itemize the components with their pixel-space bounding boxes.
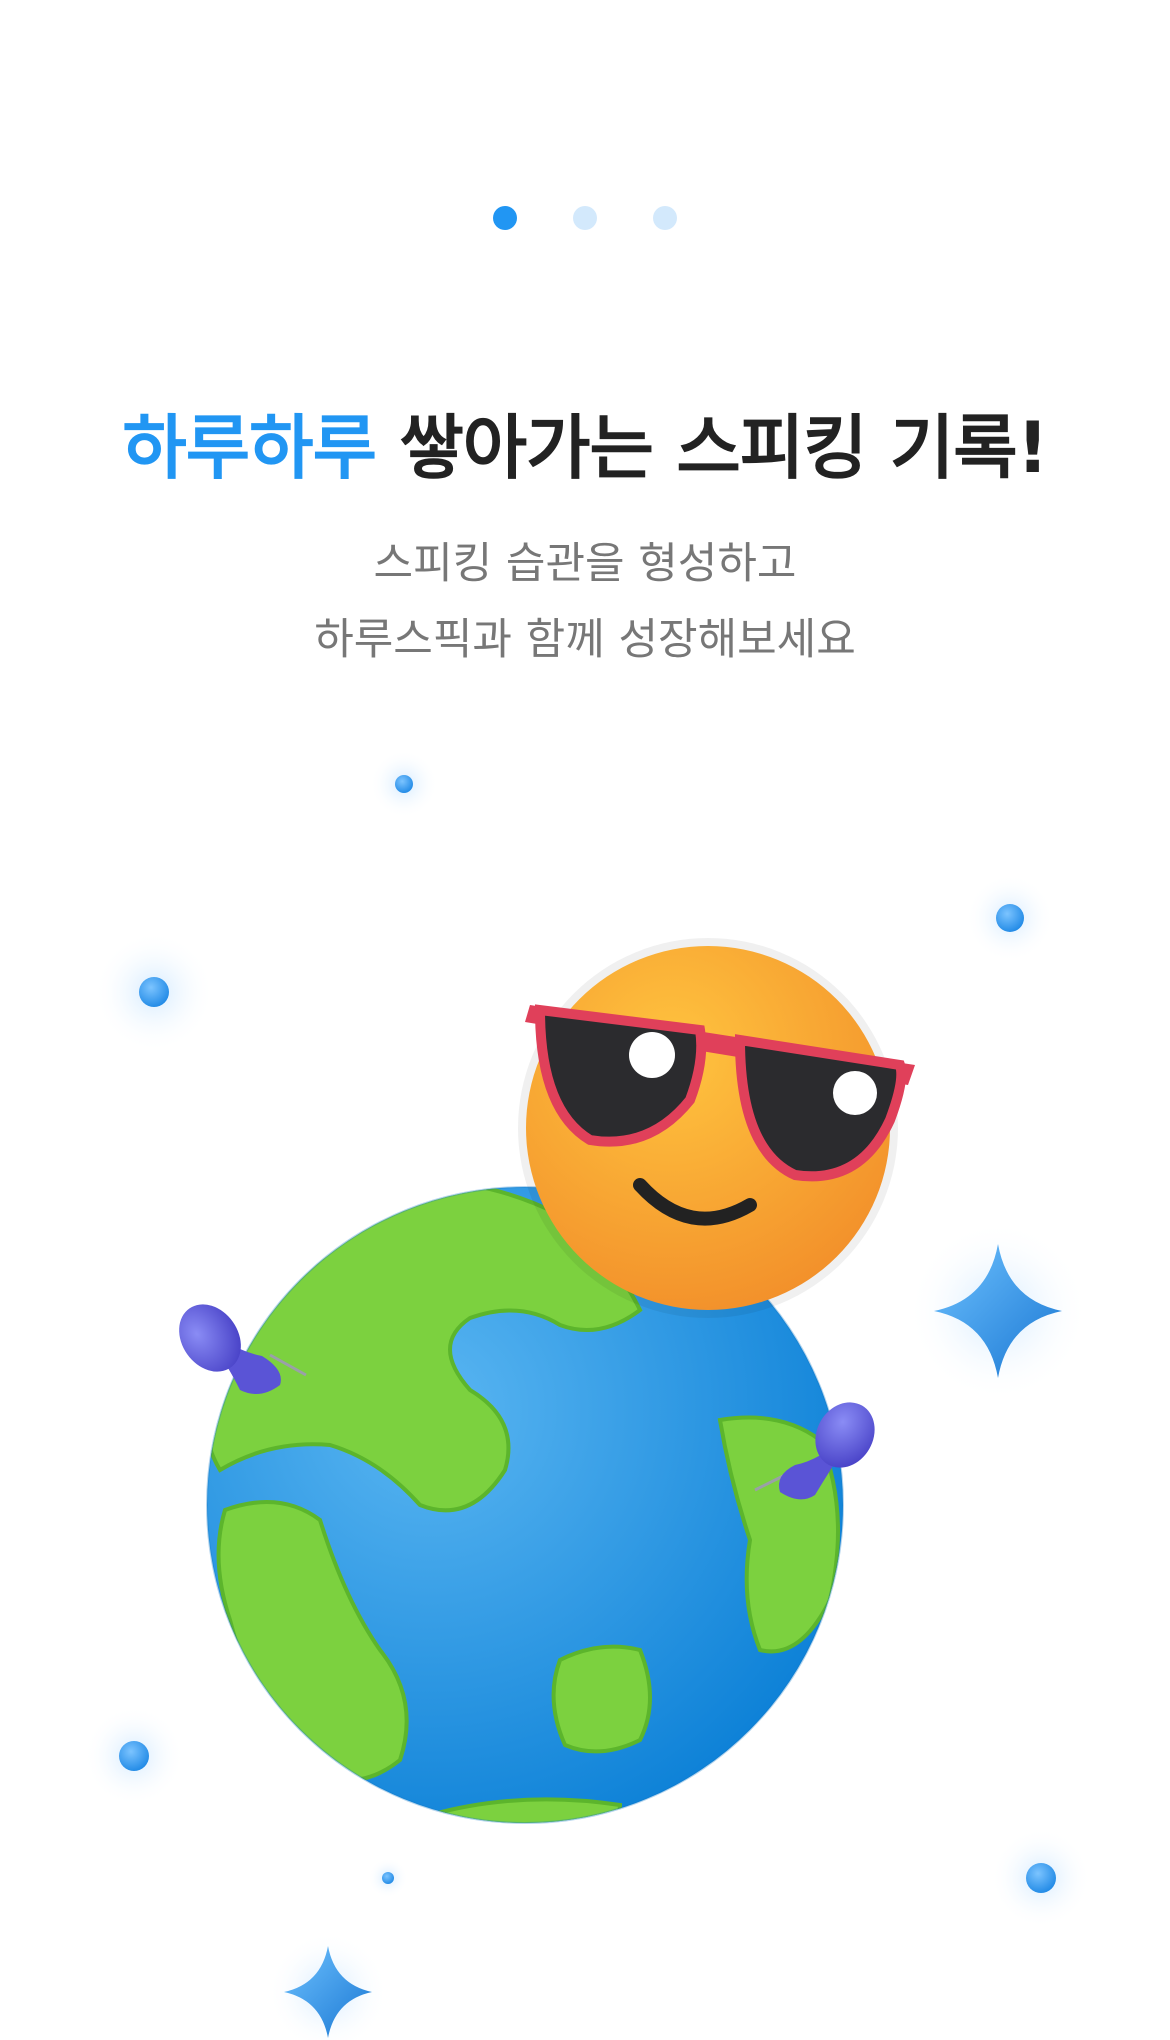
floating-dot-4 xyxy=(84,1706,184,1806)
page-dot-3[interactable] xyxy=(653,206,677,230)
floating-dot-3 xyxy=(94,932,214,1052)
floating-dot-1 xyxy=(370,750,438,818)
floating-dot-6 xyxy=(991,1828,1091,1928)
sparkle-icon xyxy=(268,1932,388,2040)
floating-dot-5 xyxy=(368,1858,408,1898)
title-highlight: 하루하루 xyxy=(122,407,377,489)
floating-dot-2 xyxy=(966,874,1054,962)
page-dot-1[interactable] xyxy=(493,206,517,230)
onboarding-illustration xyxy=(84,750,1091,2040)
title-rest: 쌓아가는 스피킹 기록! xyxy=(375,407,1048,489)
onboarding-description: 스피킹 습관을 형성하고 하루스픽과 함께 성장해보세요 xyxy=(0,526,1170,678)
page-dot-2[interactable] xyxy=(573,206,597,230)
sunglasses-emoji-icon xyxy=(518,938,915,1318)
sparkle-icon xyxy=(908,1221,1088,1401)
page-indicator xyxy=(0,206,1170,230)
description-line-2: 하루스픽과 함께 성장해보세요 xyxy=(314,615,856,665)
description-line-1: 스피킹 습관을 형성하고 xyxy=(373,539,797,589)
onboarding-title: 하루하루 쌓아가는 스피킹 기록! xyxy=(0,392,1170,493)
